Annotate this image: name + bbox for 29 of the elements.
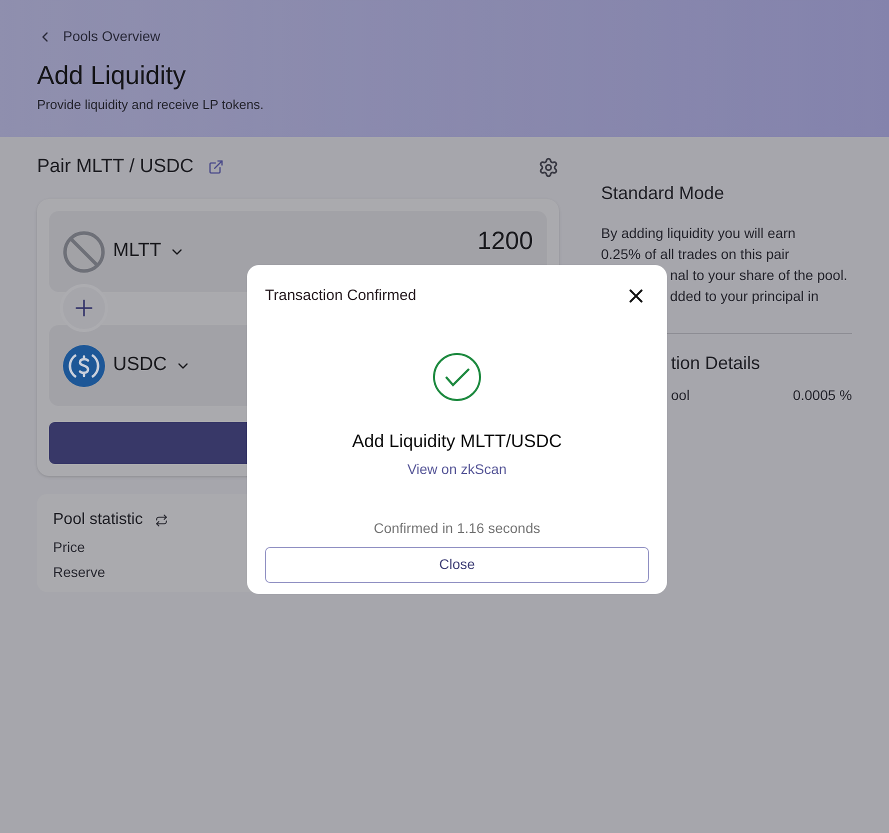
page-title: Add Liquidity xyxy=(37,59,187,91)
prohibited-icon xyxy=(63,230,105,272)
external-link-icon[interactable] xyxy=(208,159,224,175)
token-selector[interactable]: MLTT xyxy=(63,230,186,272)
mode-description: nal to your share of the pool. xyxy=(670,266,848,285)
mode-description: 0.25% of all trades on this pair xyxy=(601,245,790,264)
token-selector[interactable]: USDC xyxy=(63,344,191,386)
swap-arrows-icon[interactable] xyxy=(154,514,168,526)
pair-title: Pair MLTT / USDC xyxy=(37,154,194,179)
close-button[interactable]: Close xyxy=(265,546,649,582)
zkscan-link[interactable]: View on zkScan xyxy=(407,458,507,480)
statistic-label: Price xyxy=(53,538,85,557)
pool-statistic-title: Pool statistic xyxy=(53,510,143,530)
mode-description: By adding liquidity you will earn xyxy=(601,224,796,243)
mode-title: Standard Mode xyxy=(601,182,726,205)
statistic-label: Reserve xyxy=(53,563,106,582)
detail-value: 0.0005 % xyxy=(792,386,852,405)
dialog-title: Transaction Confirmed xyxy=(265,286,416,306)
settings-icon[interactable] xyxy=(538,156,559,178)
page-subtitle: Provide liquidity and receive LP tokens. xyxy=(37,96,265,114)
check-circle-icon xyxy=(432,352,482,402)
amount-value: 1200 xyxy=(477,226,533,257)
mode-description: dded to your principal in xyxy=(670,287,819,306)
details-title: tion Details xyxy=(671,352,760,375)
dollar-coin-icon xyxy=(63,344,105,386)
detail-label: ool xyxy=(671,386,690,405)
dialog-heading: Add Liquidity MLTT/USDC xyxy=(352,430,562,453)
confirmation-time: Confirmed in 1.16 seconds xyxy=(374,518,540,538)
back-link[interactable]: Pools Overview xyxy=(37,26,160,47)
